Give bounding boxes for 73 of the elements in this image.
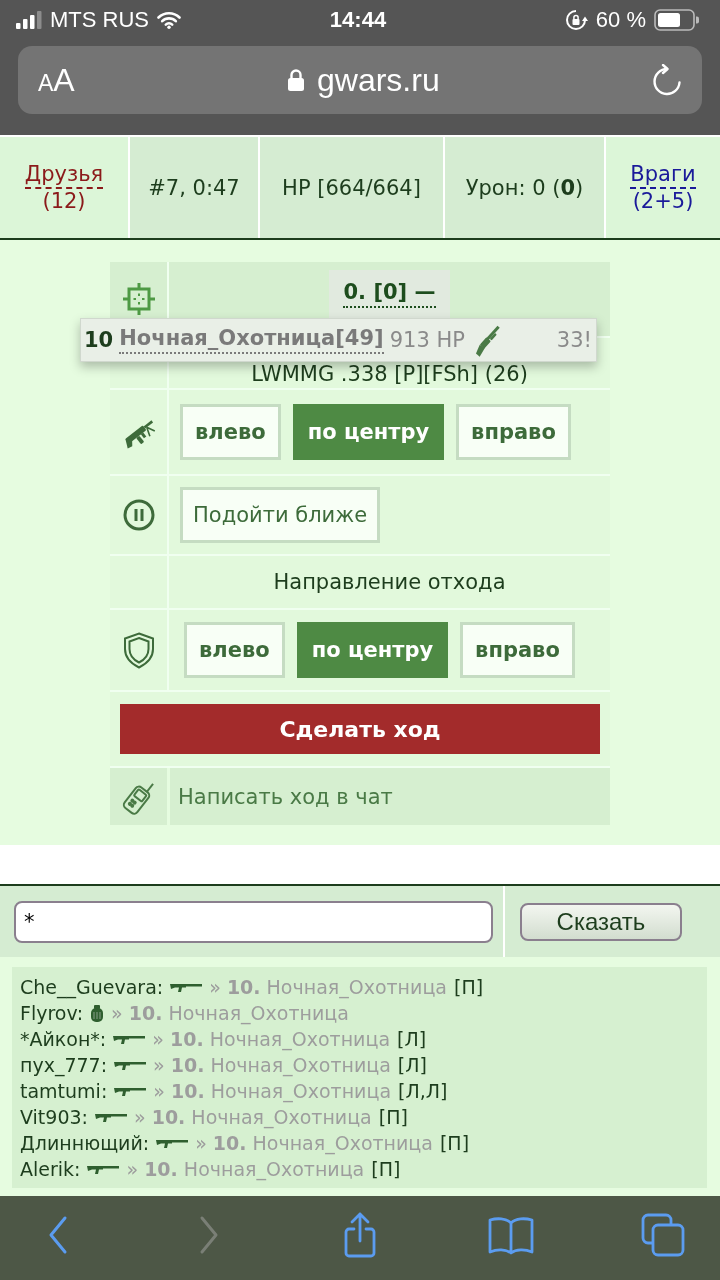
clock: 14:44 <box>329 7 387 33</box>
chat-move-button[interactable]: Написать ход в чат <box>110 768 610 825</box>
direction-button[interactable]: вправо <box>460 622 575 678</box>
battery-percent: 60 % <box>595 7 646 33</box>
direction-tag: [П] <box>371 1156 401 1182</box>
chat-target: » 10. Ночная_Охотница <box>126 1157 365 1182</box>
chat-target: » 10. Ночная_Охотница <box>153 1079 392 1104</box>
direction-button[interactable]: по центру <box>296 622 449 678</box>
chat-sender: Che__Guevara: <box>20 975 164 1000</box>
chat-sender: пух_777: <box>20 1053 108 1078</box>
hp-status: HP [664/664] <box>260 137 443 238</box>
direction-tag: [П] <box>439 1130 470 1156</box>
chat-target: » 10. Ночная_Охотница <box>111 1001 349 1026</box>
grenade-icon <box>90 1004 105 1022</box>
text-size-button[interactable]: AA <box>38 64 75 96</box>
target-name[interactable]: Ночная_Охотница[49] <box>119 326 384 354</box>
book-icon <box>487 1215 536 1255</box>
address-bar[interactable]: AA gwars.ru <box>18 46 702 114</box>
shield-icon <box>122 631 155 669</box>
friends-count: (12) <box>42 188 86 213</box>
direction-tag: [Л] <box>397 1026 427 1052</box>
chat-sender: tamtumi: <box>20 1079 108 1104</box>
gun-icon <box>87 1163 120 1175</box>
target-link[interactable]: 0. [0] — <box>329 270 450 318</box>
gun-icon <box>114 1085 147 1097</box>
chat-target: » 10. Ночная_Охотница <box>195 1131 433 1156</box>
gun-icon <box>95 1111 127 1123</box>
pause-icon <box>122 499 155 531</box>
weapon-name: LWMMG .338 [P][FSh] (26) <box>251 362 528 386</box>
gun-icon <box>156 1137 189 1149</box>
chat-target: » 10. Ночная_Охотница <box>134 1105 372 1130</box>
tooltip-value: 33! <box>556 328 592 352</box>
round-timer: #7, 0:47 <box>130 137 258 238</box>
reload-icon[interactable] <box>652 64 682 96</box>
tabs-icon <box>640 1213 685 1257</box>
say-button[interactable]: Сказать <box>520 902 682 941</box>
enemies-link[interactable]: Враги <box>630 162 696 189</box>
battery-icon <box>654 9 700 31</box>
crosshair-icon <box>122 283 155 315</box>
target-number: 10 <box>84 328 114 352</box>
make-move-button[interactable]: Сделать ход <box>120 704 600 754</box>
direction-tag: [Л] <box>397 1052 427 1078</box>
signal-icon <box>16 11 42 29</box>
target-hp: 913 HP <box>389 328 465 352</box>
direction-tag: [П] <box>378 1104 408 1130</box>
chat-sender: Flyrov: <box>20 1001 84 1026</box>
chat-input[interactable]: * <box>14 900 493 943</box>
gun-icon <box>113 1033 146 1045</box>
wifi-icon <box>157 11 181 29</box>
friends-link[interactable]: Друзья <box>24 162 104 189</box>
direction-button[interactable]: по центру <box>292 404 445 460</box>
direction-tag: [П] <box>453 974 484 1000</box>
gun-icon <box>170 981 203 993</box>
enemies-count: (2+5) <box>632 188 694 213</box>
direction-button[interactable]: влево <box>180 404 281 460</box>
chat-sender: *Айкон*: <box>20 1027 107 1052</box>
rotation-lock-icon <box>564 9 588 31</box>
chat-target: » 10. Ночная_Охотница <box>153 1053 391 1078</box>
gun-icon <box>114 1059 147 1071</box>
carrier-name: MTS RUS <box>50 7 149 33</box>
direction-button[interactable]: влево <box>184 622 285 678</box>
damage-status: Урон: 0 (0) <box>445 137 604 238</box>
retreat-title: Направление отхода <box>273 570 506 594</box>
approach-button[interactable]: Подойти ближе <box>180 487 381 543</box>
chat-target: » 10. Ночная_Охотница <box>209 975 447 1000</box>
chat-target: » 10. Ночная_Охотница <box>152 1027 391 1052</box>
chat-sender: Длиннющий: <box>20 1131 150 1156</box>
chat-sender: Alerik: <box>20 1157 81 1182</box>
direction-button[interactable]: вправо <box>456 404 571 460</box>
chat-sender: Vit903: <box>20 1105 88 1130</box>
lock-icon <box>287 68 305 92</box>
direction-tag: [Л,Л] <box>398 1078 448 1104</box>
url-text[interactable]: gwars.ru <box>317 61 440 99</box>
